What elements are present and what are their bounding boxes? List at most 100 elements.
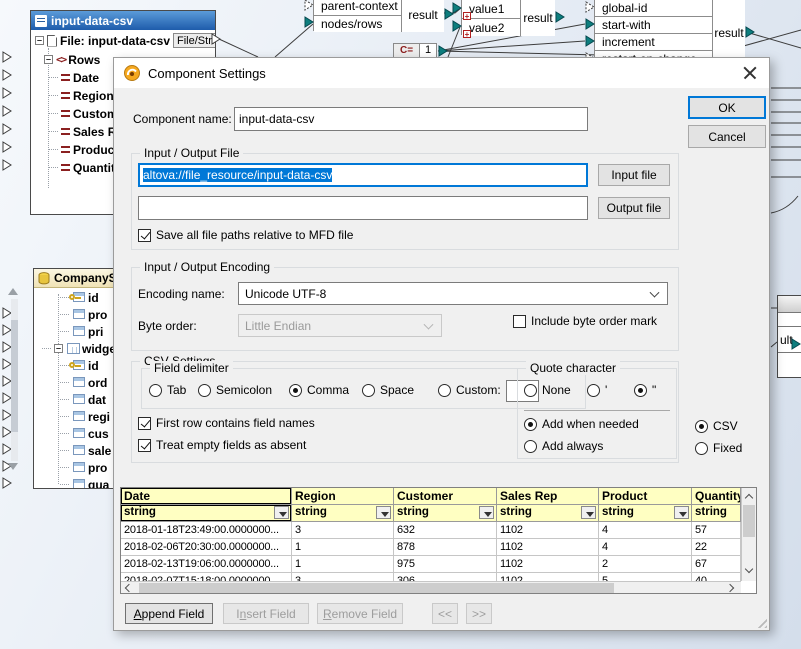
- function-box-0[interactable]: parent-contextnodes/rowsresult: [313, 0, 443, 31]
- output-connector-triangle[interactable]: [438, 45, 448, 57]
- v-scroll-thumb[interactable]: [743, 505, 755, 537]
- close-icon[interactable]: [743, 66, 757, 80]
- column-header-date[interactable]: Date: [121, 488, 292, 505]
- input-connector-triangle[interactable]: [2, 159, 12, 171]
- insert-field-button[interactable]: Insert Field: [223, 603, 309, 624]
- append-field-button[interactable]: Append Field: [125, 603, 213, 624]
- save-relative-row[interactable]: Save all file paths relative to MFD file: [138, 228, 353, 242]
- column-header-customer[interactable]: Customer: [394, 488, 497, 505]
- column-header-sales-rep[interactable]: Sales Rep: [497, 488, 599, 505]
- constant-box[interactable]: C=1: [393, 43, 437, 58]
- db-item-cus-8[interactable]: cus: [60, 425, 109, 442]
- column-type-cell[interactable]: string: [394, 505, 497, 522]
- first-row-names-row[interactable]: First row contains field names: [138, 416, 315, 430]
- column-header-quantity[interactable]: Quantity: [692, 488, 741, 505]
- input-file-button[interactable]: Input file: [598, 164, 670, 186]
- output-file-button[interactable]: Output file: [598, 197, 670, 219]
- db-item-id-0[interactable]: id: [60, 289, 99, 306]
- field-delimiter-option-Comma[interactable]: Comma: [289, 383, 349, 397]
- first-row-names-checkbox[interactable]: [138, 417, 151, 430]
- tree-field-region[interactable]: Region: [49, 87, 114, 104]
- quote-add-radio[interactable]: [524, 440, 537, 453]
- input-connector-triangle[interactable]: [2, 69, 12, 81]
- field-delimiter-option-Custom[interactable]: Custom:: [438, 383, 501, 397]
- field-delimiter-option-Semicolon[interactable]: Semicolon: [198, 383, 272, 397]
- output-connector-triangle[interactable]: [745, 26, 755, 38]
- field-delimiter-radio[interactable]: [362, 384, 375, 397]
- field-delimiter-radio[interactable]: [149, 384, 162, 397]
- duplicate-input-icon[interactable]: +: [463, 30, 471, 38]
- db-item-ord-5[interactable]: ord: [60, 374, 107, 391]
- cancel-button[interactable]: Cancel: [688, 125, 766, 148]
- db-item-sale-9[interactable]: sale: [60, 442, 111, 459]
- remove-field-button[interactable]: Remove Field: [317, 603, 403, 624]
- quote-character-option-None[interactable]: None: [524, 383, 571, 397]
- column-type-cell[interactable]: string: [121, 505, 292, 522]
- file-string-button[interactable]: File/String: [173, 33, 216, 48]
- encoding-name-select[interactable]: Unicode UTF-8: [238, 282, 668, 305]
- resize-grip-icon[interactable]: [754, 615, 767, 628]
- quote-character-option-[interactable]: ': [587, 383, 607, 397]
- tree-field-product[interactable]: Product: [49, 141, 118, 158]
- type-dropdown-button[interactable]: [274, 506, 289, 519]
- quote-character-radio[interactable]: [524, 384, 537, 397]
- field-delimiter-option-Tab[interactable]: Tab: [149, 383, 186, 397]
- scroll-up-icon[interactable]: [8, 288, 18, 295]
- column-type-cell[interactable]: string: [497, 505, 599, 522]
- input-connector-triangle[interactable]: [2, 105, 12, 117]
- input-file-path-field[interactable]: altova://file_resource/input-data-csv: [138, 163, 588, 187]
- collapse-icon[interactable]: –: [54, 344, 63, 353]
- input-connector-triangle[interactable]: [452, 20, 462, 32]
- file-format-radio[interactable]: [695, 420, 708, 433]
- field-delimiter-radio[interactable]: [289, 384, 302, 397]
- dialog-titlebar[interactable]: Component Settings: [114, 58, 769, 88]
- tree-rows-row[interactable]: – <> Rows: [44, 51, 100, 68]
- quote-character-radio[interactable]: [634, 384, 647, 397]
- input-connector-triangle[interactable]: [2, 123, 12, 135]
- tree-field-date[interactable]: Date: [49, 69, 99, 86]
- type-dropdown-button[interactable]: [479, 506, 494, 519]
- input-connector-triangle[interactable]: [2, 477, 12, 489]
- save-relative-checkbox[interactable]: [138, 229, 151, 242]
- db-item-pri-2[interactable]: pri: [60, 323, 103, 340]
- input-connector-triangle[interactable]: [452, 2, 462, 14]
- byte-order-mark-checkbox[interactable]: [513, 315, 526, 328]
- component-header[interactable]: input-data-csv: [31, 11, 215, 30]
- output-file-path-field[interactable]: [138, 196, 588, 220]
- file-format-option-Fixed[interactable]: Fixed: [695, 441, 742, 455]
- column-type-cell[interactable]: string: [599, 505, 692, 522]
- file-format-option-CSV[interactable]: CSV: [695, 419, 738, 433]
- db-item-pro-1[interactable]: pro: [60, 306, 107, 323]
- collapse-icon[interactable]: –: [44, 55, 53, 64]
- quote-character-radio[interactable]: [587, 384, 600, 397]
- input-connector-triangle[interactable]: [2, 87, 12, 99]
- ok-button[interactable]: OK: [688, 96, 766, 119]
- collapse-icon[interactable]: –: [35, 36, 44, 45]
- input-connector-triangle[interactable]: [2, 51, 12, 63]
- component-edge-clipped[interactable]: ult: [777, 295, 801, 378]
- component-header[interactable]: [778, 296, 801, 313]
- scroll-thumb[interactable]: [11, 320, 18, 432]
- db-item-widge-3[interactable]: –widge: [42, 340, 116, 357]
- empty-fields-checkbox[interactable]: [138, 439, 151, 452]
- tree-file-row[interactable]: – File: input-data-csv File/String: [35, 32, 216, 49]
- type-dropdown-button[interactable]: [581, 506, 596, 519]
- input-connector-triangle[interactable]: [585, 18, 595, 30]
- type-dropdown-button[interactable]: [674, 506, 689, 519]
- function-box-1[interactable]: value1value2result: [461, 0, 554, 35]
- column-type-cell[interactable]: string: [292, 505, 394, 522]
- column-header-product[interactable]: Product: [599, 488, 692, 505]
- quote-add-radio[interactable]: [524, 418, 537, 431]
- component-name-input[interactable]: input-data-csv: [234, 107, 588, 131]
- quote-add-option-Addwhenneeded[interactable]: Add when needed: [524, 417, 639, 431]
- input-connector-triangle[interactable]: [585, 1, 595, 13]
- quote-character-option-[interactable]: ": [634, 383, 656, 397]
- file-output-connector[interactable]: [211, 33, 221, 45]
- input-connector-triangle[interactable]: [304, 16, 314, 28]
- column-header-region[interactable]: Region: [292, 488, 394, 505]
- tree-field-quantity[interactable]: Quantity: [49, 159, 122, 176]
- db-item-regi-7[interactable]: regi: [60, 408, 110, 425]
- output-connector-triangle[interactable]: [555, 11, 565, 23]
- file-format-radio[interactable]: [695, 442, 708, 455]
- byte-order-mark-row[interactable]: Include byte order mark: [513, 314, 657, 328]
